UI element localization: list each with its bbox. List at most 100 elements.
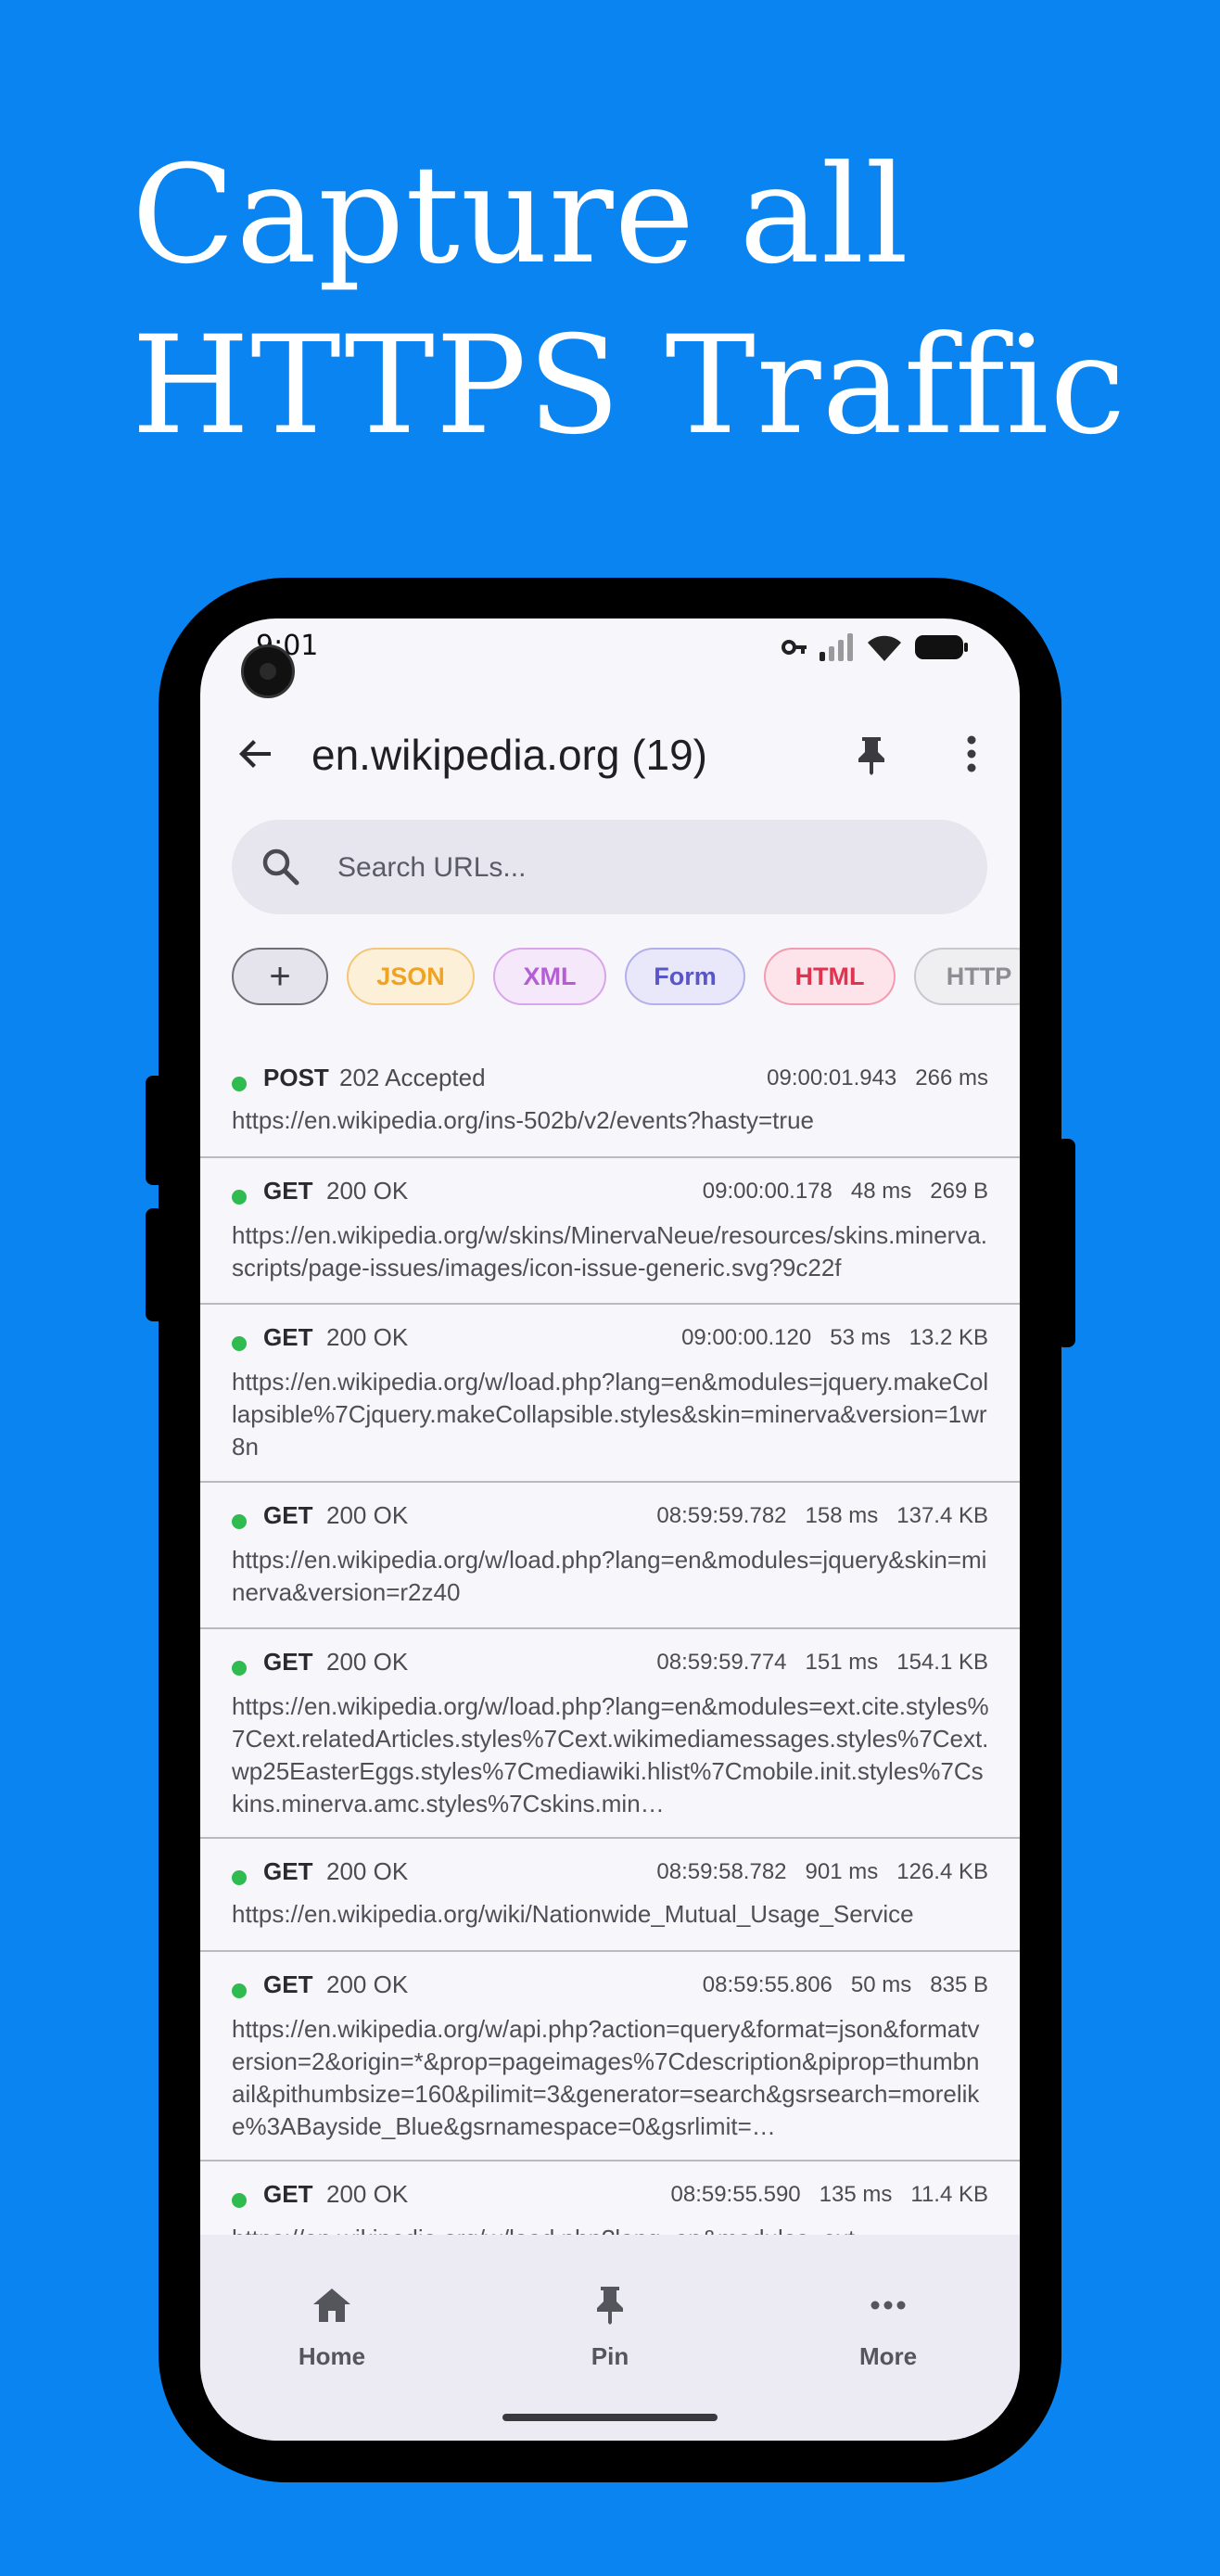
bottom-navigation: Home Pin More	[200, 2235, 1020, 2441]
request-url: https://en.wikipedia.org/w/load.php?lang…	[232, 1368, 989, 1460]
request-row[interactable]: GET 200 OK 09:00:00.120 53 ms 13.2 KB ht…	[200, 1305, 1020, 1483]
request-time: 09:00:01.943	[767, 1065, 897, 1090]
request-row[interactable]: GET 200 OK 08:59:59.774 151 ms 154.1 KB …	[200, 1629, 1020, 1839]
request-status: 200 OK	[326, 1323, 409, 1351]
request-time: 08:59:59.782	[656, 1503, 787, 1528]
headline-line-1: Capture all	[132, 136, 909, 294]
request-method: GET	[263, 2180, 313, 2208]
pin-icon[interactable]	[847, 730, 896, 778]
request-duration: 53 ms	[830, 1325, 891, 1350]
request-size: 269 B	[930, 1179, 988, 1204]
request-url: https://en.wikipedia.org/w/load.php?lang…	[232, 1546, 987, 1606]
chip-label: HTML	[794, 962, 865, 990]
chip-label: JSON	[376, 962, 445, 990]
request-status: 200 OK	[326, 1648, 409, 1676]
request-meta: 09:00:00.178 48 ms 269 B	[703, 1179, 988, 1205]
more-horiz-icon	[871, 2301, 906, 2310]
request-row[interactable]: GET 200 OK 08:59:59.782 158 ms 137.4 KB …	[200, 1483, 1020, 1629]
request-url: https://en.wikipedia.org/w/api.php?actio…	[232, 2015, 980, 2140]
request-url: https://en.wikipedia.org/w/skins/Minerva…	[232, 1221, 988, 1282]
request-method: GET	[263, 1323, 313, 1351]
search-icon	[262, 848, 299, 886]
request-time: 08:59:59.774	[656, 1650, 787, 1675]
request-meta: 08:59:55.806 50 ms 835 B	[703, 1972, 988, 1998]
request-meta: 08:59:59.782 158 ms 137.4 KB	[656, 1503, 988, 1529]
filter-chip-xml[interactable]: XML	[493, 948, 606, 1005]
request-duration: 135 ms	[819, 2182, 893, 2207]
request-meta: 08:59:58.782 901 ms 126.4 KB	[656, 1859, 988, 1885]
request-time: 09:00:00.120	[681, 1325, 812, 1350]
headline: Capture all HTTPS Traffic	[132, 130, 1126, 471]
app-bar: en.wikipedia.org (19)	[200, 702, 1020, 806]
request-row[interactable]: GET 200 OK 08:59:55.806 50 ms 835 B http…	[200, 1952, 1020, 2162]
request-method: GET	[263, 1970, 313, 1998]
request-duration: 50 ms	[850, 1972, 912, 1997]
request-method: GET	[263, 1501, 313, 1529]
status-icons	[781, 631, 968, 663]
request-duration: 48 ms	[850, 1179, 912, 1204]
filter-chips: + JSON XML Form HTML HTTP	[232, 948, 1020, 1011]
nav-item-home[interactable]: Home	[239, 2281, 425, 2371]
request-time: 08:59:58.782	[656, 1859, 787, 1884]
chip-label: Form	[654, 962, 717, 990]
request-size: 137.4 KB	[896, 1503, 988, 1528]
request-status: 200 OK	[326, 1501, 409, 1529]
request-meta: 09:00:01.943 266 ms	[767, 1065, 988, 1091]
vpn-key-icon	[782, 640, 807, 655]
filter-chip-http[interactable]: HTTP	[914, 948, 1020, 1005]
request-time: 09:00:00.178	[702, 1179, 832, 1204]
request-duration: 158 ms	[805, 1503, 879, 1528]
request-status: 200 OK	[326, 1177, 409, 1205]
request-meta: 08:59:59.774 151 ms 154.1 KB	[656, 1650, 988, 1676]
nav-label-home: Home	[298, 2342, 366, 2370]
page-title: en.wikipedia.org (19)	[311, 731, 708, 779]
wifi-icon	[868, 635, 901, 661]
request-status: 200 OK	[326, 1857, 409, 1885]
battery-icon	[915, 635, 968, 659]
home-indicator[interactable]	[502, 2414, 718, 2421]
request-row[interactable]: POST 202 Accepted 09:00:01.943 266 ms ht…	[200, 1045, 1020, 1158]
request-url: https://en.wikipedia.org/ins-502b/v2/eve…	[232, 1106, 814, 1134]
request-url: https://en.wikipedia.org/w/load.php?lang…	[232, 1692, 989, 1817]
request-time: 08:59:55.806	[702, 1972, 832, 1997]
filter-chip-html[interactable]: HTML	[764, 948, 896, 1005]
request-size: 154.1 KB	[896, 1650, 988, 1675]
request-method: POST	[263, 1064, 329, 1091]
request-size: 835 B	[930, 1972, 988, 1997]
nav-item-more[interactable]: More	[795, 2281, 981, 2371]
pin-icon	[597, 2287, 623, 2325]
back-arrow-icon[interactable]	[234, 732, 278, 776]
filter-chip-json[interactable]: JSON	[347, 948, 475, 1005]
chip-label: XML	[523, 962, 577, 990]
request-size: 11.4 KB	[910, 2182, 988, 2207]
chip-label: HTTP	[946, 962, 1012, 990]
nav-item-pin[interactable]: Pin	[517, 2281, 703, 2371]
request-url: https://en.wikipedia.org/wiki/Nationwide…	[232, 1900, 914, 1928]
nav-label-pin: Pin	[591, 2342, 629, 2370]
request-list: POST 202 Accepted 09:00:01.943 266 ms ht…	[200, 1045, 1020, 2308]
search-input[interactable]	[336, 842, 942, 894]
request-duration: 266 ms	[915, 1065, 988, 1090]
front-camera	[241, 644, 295, 698]
status-bar: 9:01	[200, 618, 1020, 698]
request-status: 200 OK	[326, 1970, 409, 1998]
request-status: 200 OK	[326, 2180, 409, 2208]
request-row[interactable]: GET 200 OK 08:59:58.782 901 ms 126.4 KB …	[200, 1839, 1020, 1952]
more-vert-icon[interactable]	[947, 730, 996, 778]
add-filter-label: +	[269, 955, 291, 997]
request-row[interactable]: GET 200 OK 09:00:00.178 48 ms 269 B http…	[200, 1158, 1020, 1305]
filter-chip-form[interactable]: Form	[625, 948, 745, 1005]
home-icon	[313, 2289, 350, 2322]
request-time: 08:59:55.590	[670, 2182, 801, 2207]
request-duration: 151 ms	[805, 1650, 879, 1675]
request-meta: 09:00:00.120 53 ms 13.2 KB	[681, 1325, 988, 1351]
nav-label-more: More	[858, 2342, 918, 2370]
request-size: 13.2 KB	[909, 1325, 988, 1350]
add-filter-button[interactable]: +	[232, 948, 328, 1005]
request-size: 126.4 KB	[896, 1859, 988, 1884]
request-method: GET	[263, 1857, 313, 1885]
request-duration: 901 ms	[805, 1859, 879, 1884]
request-status: 202 Accepted	[339, 1064, 486, 1091]
search-bar[interactable]	[232, 820, 987, 914]
signal-icon	[820, 633, 853, 661]
